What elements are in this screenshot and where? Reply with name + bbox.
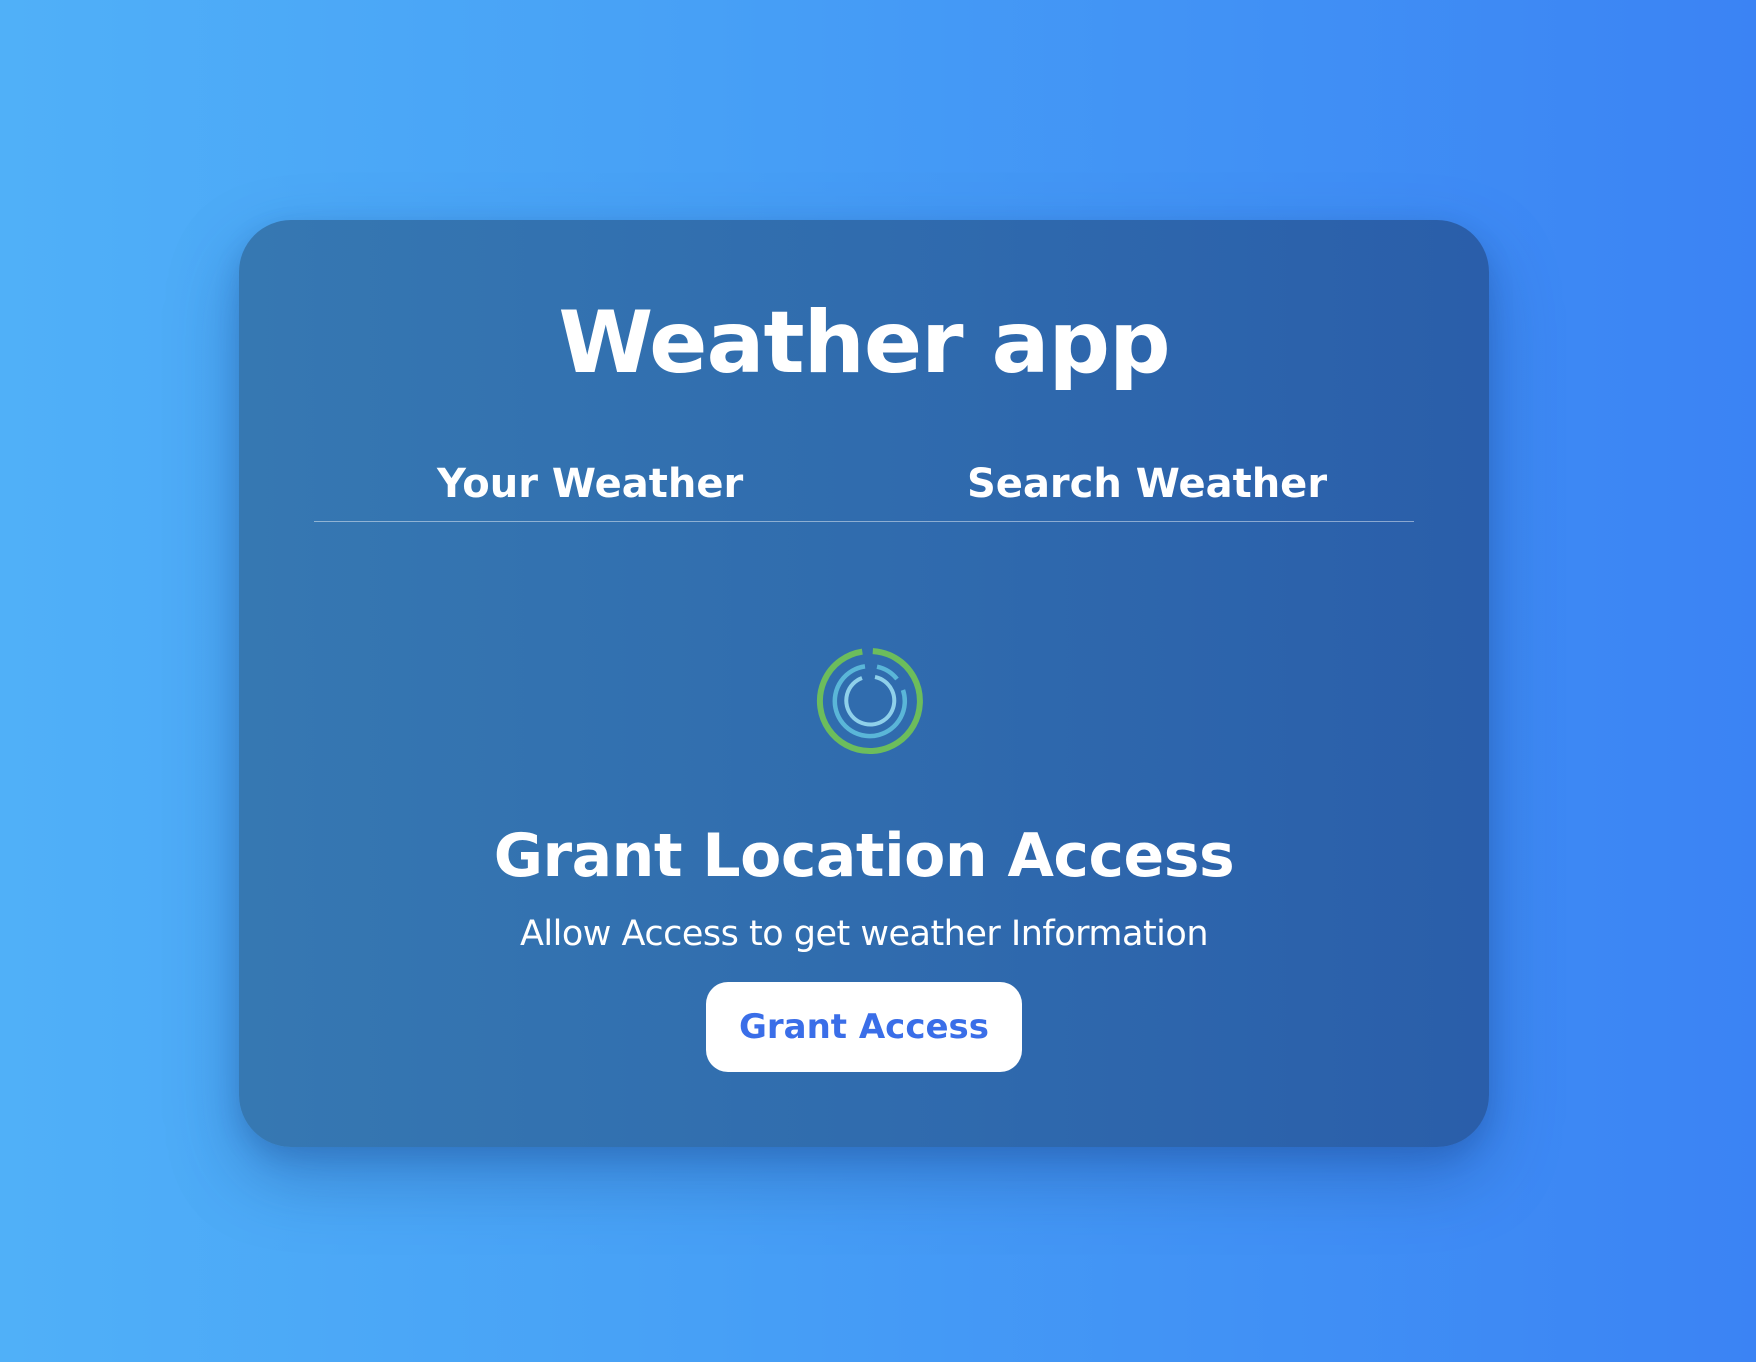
grant-location-subtitle: Allow Access to get weather Information bbox=[519, 914, 1209, 954]
loading-spinner-icon bbox=[815, 646, 925, 756]
tab-bar: Your Weather Search Weather bbox=[314, 460, 1414, 522]
app-title: Weather app bbox=[558, 293, 1170, 393]
tab-search-weather[interactable]: Search Weather bbox=[967, 460, 1327, 508]
grant-access-button[interactable]: Grant Access bbox=[706, 982, 1022, 1072]
tab-your-weather[interactable]: Your Weather bbox=[437, 460, 743, 508]
grant-location-title: Grant Location Access bbox=[493, 821, 1235, 891]
weather-card: Weather app Your Weather Search Weather … bbox=[239, 220, 1489, 1147]
